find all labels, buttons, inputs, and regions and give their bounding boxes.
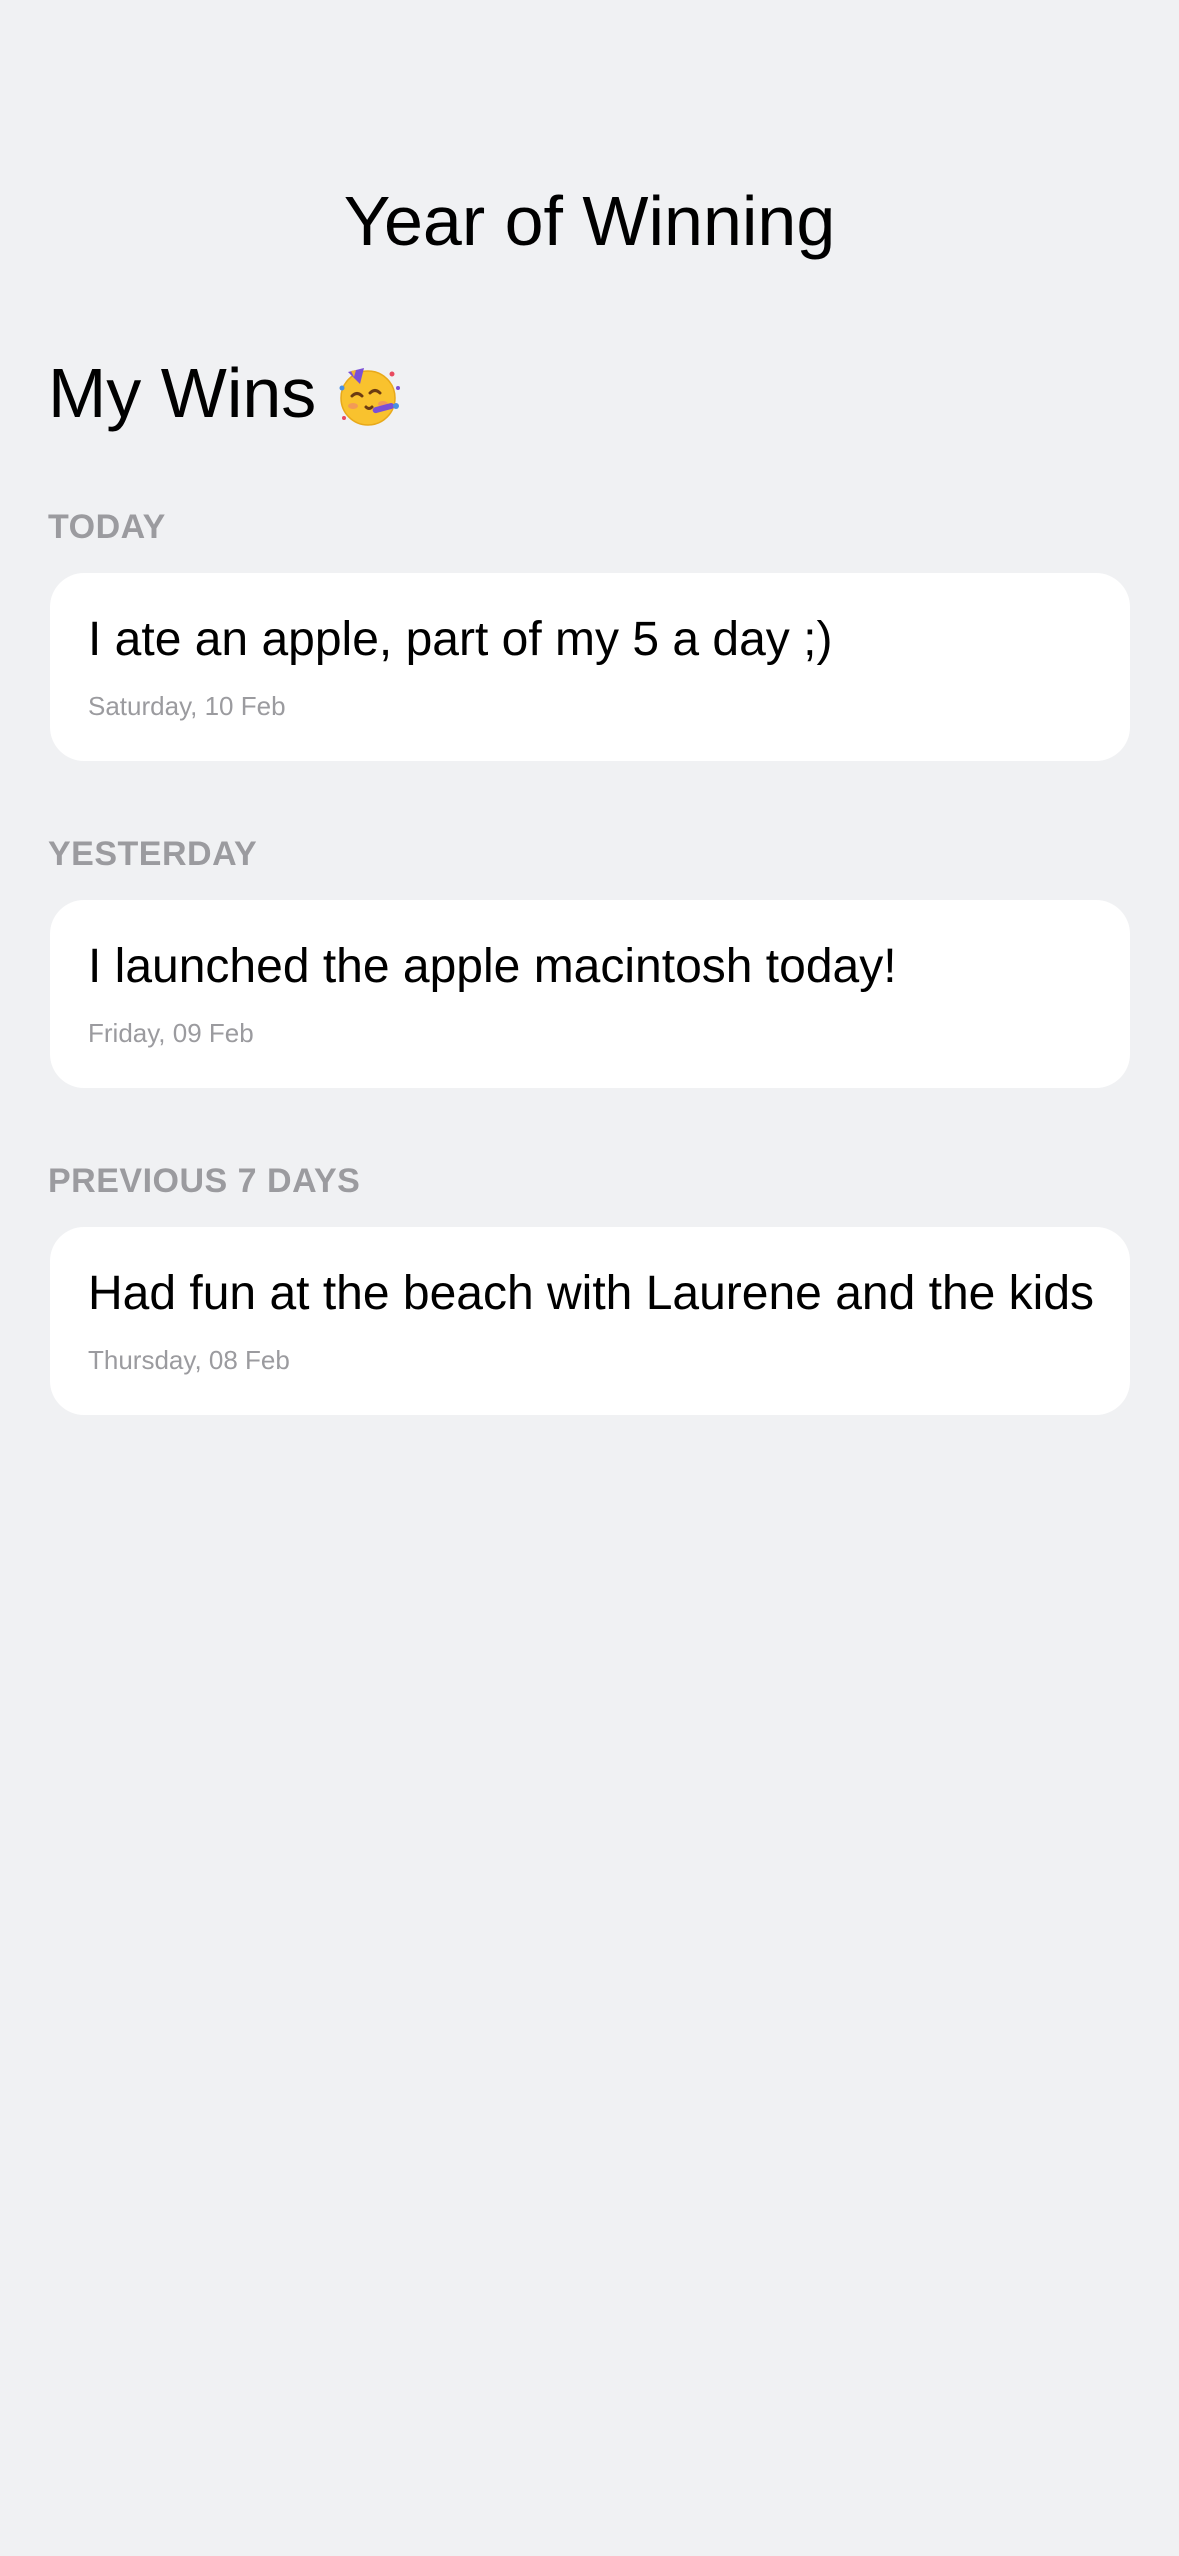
page-heading: My Wins bbox=[48, 348, 402, 438]
win-date: Saturday, 10 Feb bbox=[88, 691, 286, 721]
win-title: I launched the apple macintosh today! bbox=[88, 940, 897, 993]
section-label: TODAY bbox=[48, 508, 166, 546]
win-card[interactable]: I ate an apple, part of my 5 a day ;) Sa… bbox=[50, 573, 1130, 761]
win-title: Had fun at the beach with Laurene and th… bbox=[88, 1267, 1095, 1320]
section-yesterday: YESTERDAY I launched the apple macintosh… bbox=[48, 834, 1131, 1088]
win-card[interactable]: I launched the apple macintosh today! Fr… bbox=[50, 900, 1130, 1088]
section-previous-7-days: PREVIOUS 7 DAYS Had fun at the beach wit… bbox=[48, 1161, 1131, 1415]
win-date: Friday, 09 Feb bbox=[88, 1018, 254, 1048]
win-date: Thursday, 08 Feb bbox=[88, 1345, 290, 1375]
page-heading-label: My Wins bbox=[48, 354, 317, 432]
section-label: PREVIOUS 7 DAYS bbox=[48, 1162, 361, 1200]
win-title: I ate an apple, part of my 5 a day ;) bbox=[88, 613, 833, 666]
section-label: YESTERDAY bbox=[48, 835, 258, 873]
section-today: TODAY I ate an apple, part of my 5 a day… bbox=[48, 507, 1131, 761]
partying-face-icon bbox=[334, 359, 402, 427]
win-card[interactable]: Had fun at the beach with Laurene and th… bbox=[50, 1227, 1130, 1415]
nav-title: Year of Winning bbox=[343, 182, 836, 260]
